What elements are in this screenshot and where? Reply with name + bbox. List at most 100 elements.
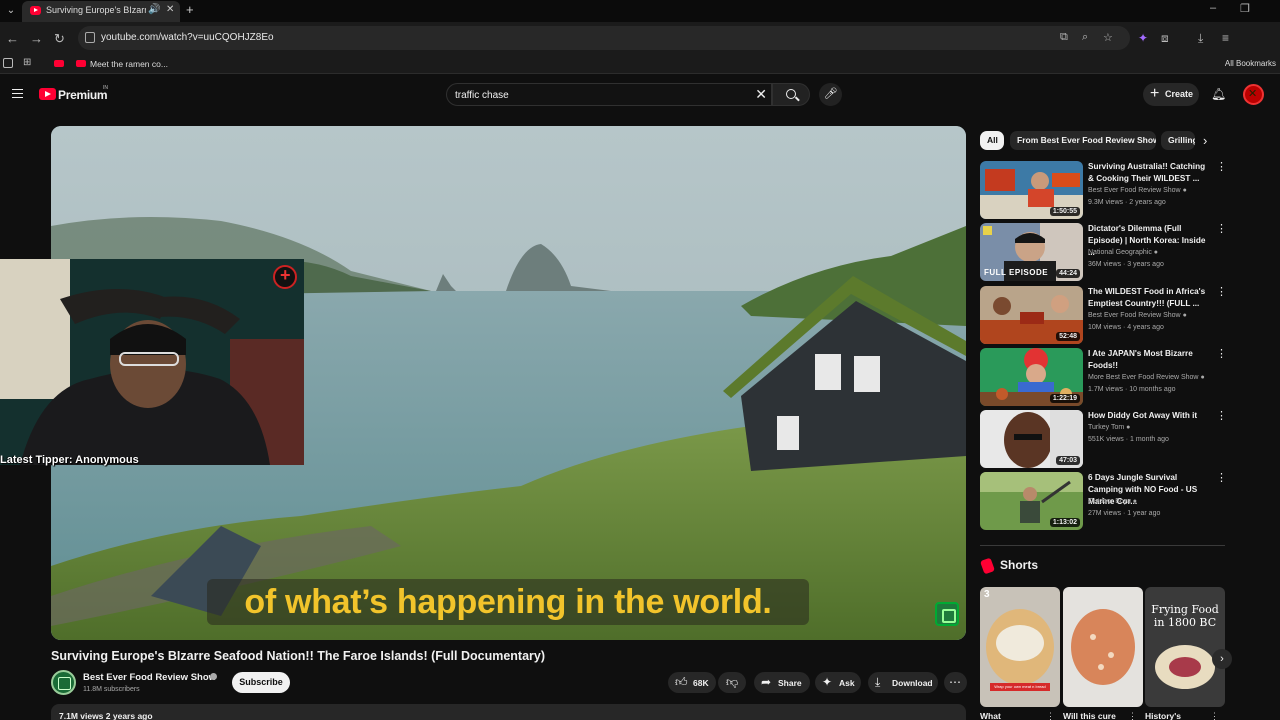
minimize-icon[interactable]: – — [1210, 2, 1216, 14]
verified-icon: ● — [1126, 424, 1131, 431]
more-vert-icon[interactable]: ⋮ — [1216, 287, 1227, 298]
url-field[interactable]: youtube.com/watch?v=uuCQOHJZ8Eo ⧉ ⌕ ☆ — [78, 26, 1130, 50]
video-meta: 27M views · 1 year ago — [1088, 510, 1161, 517]
video-thumbnail[interactable]: FULL EPISODE 44:24 — [980, 223, 1083, 281]
channel-name[interactable]: Best Ever Food Review Show ● — [1088, 187, 1187, 194]
chip-all[interactable]: All — [980, 131, 1004, 150]
sparkle-icon: ✦ — [822, 675, 833, 689]
recommended-video[interactable]: 52:48 The WILDEST Food in Africa's Empti… — [980, 286, 1227, 344]
more-vert-icon[interactable]: ⋮ — [1046, 711, 1055, 720]
chevron-right-icon[interactable]: › — [1203, 133, 1207, 148]
short-thumbnail[interactable]: 3 Wrap your own meat n bread — [980, 587, 1060, 707]
more-vert-icon[interactable]: ⋮ — [1216, 162, 1227, 173]
channel-name[interactable]: Best Ever Food Review Show — [83, 672, 216, 683]
description-box[interactable]: 7.1M views 2 years ago — [51, 704, 966, 720]
video-title[interactable]: Surviving Australia!! Catching & Cooking… — [1088, 161, 1210, 185]
all-bookmarks-link[interactable]: All Bookmarks — [1225, 59, 1276, 68]
short-title[interactable]: History's — [1145, 711, 1181, 720]
recommended-video[interactable]: FULL EPISODE 44:24 Dictator's Dilemma (F… — [980, 223, 1227, 281]
account-avatar[interactable] — [1243, 84, 1264, 105]
site-info-icon[interactable] — [85, 32, 95, 43]
extension-icon[interactable]: ✦ — [1138, 31, 1148, 45]
speaker-icon[interactable]: 🔊 — [148, 4, 160, 15]
search-input[interactable] — [455, 88, 745, 102]
short-thumbnail[interactable] — [1063, 587, 1143, 707]
extensions-puzzle-icon[interactable]: ⧈ — [1161, 31, 1169, 46]
short-title[interactable]: Will this cure — [1063, 711, 1116, 720]
new-tab-icon[interactable]: + — [186, 2, 194, 17]
like-button[interactable]: 👍︎ 68K — [668, 672, 716, 693]
chip-grilling[interactable]: Grilling — [1161, 131, 1195, 150]
video-title[interactable]: I Ate JAPAN's Most Bizarre Foods!! — [1088, 348, 1210, 372]
hamburger-menu-icon[interactable] — [12, 89, 23, 98]
more-vert-icon[interactable]: ⋮ — [1216, 224, 1227, 235]
clear-search-icon[interactable]: ✕ — [755, 87, 767, 101]
bookmark-link[interactable]: Meet the ramen co... — [90, 59, 168, 69]
tab-title: Surviving Europe's BIzarre — [46, 5, 146, 15]
recommended-video[interactable]: 1:13:02 6 Days Jungle Survival Camping w… — [980, 472, 1227, 530]
more-vert-icon[interactable]: ⋮ — [1216, 349, 1227, 360]
restore-icon[interactable]: ❐ — [1240, 2, 1250, 15]
browser-tab-active[interactable]: Surviving Europe's BIzarre 🔊 ✕ — [22, 1, 180, 22]
channel-name[interactable]: National Geographic ● — [1088, 249, 1158, 256]
channel-name[interactable]: Outdoor Boys ● — [1088, 498, 1137, 505]
channel-name[interactable]: Turkey Tom ● — [1088, 424, 1130, 431]
youtube-bookmark-icon[interactable] — [54, 60, 64, 67]
video-meta: 1.7M views · 10 months ago — [1088, 386, 1176, 393]
download-icon[interactable]: ⤓ — [1198, 31, 1203, 46]
channel-name[interactable]: More Best Ever Food Review Show ● — [1088, 374, 1205, 381]
back-icon[interactable]: ← — [6, 31, 19, 46]
brand-label[interactable]: Premium — [58, 88, 108, 102]
recommended-video[interactable]: 1:22:19 I Ate JAPAN's Most Bizarre Foods… — [980, 348, 1227, 406]
video-thumbnail[interactable]: 52:48 — [980, 286, 1083, 344]
video-thumbnail[interactable]: 1:22:19 — [980, 348, 1083, 406]
menu-icon[interactable]: ≡ — [1222, 31, 1229, 45]
recommended-video[interactable]: 1:50:55 Surviving Australia!! Catching &… — [980, 161, 1227, 219]
chip-from-channel[interactable]: From Best Ever Food Review Show — [1010, 131, 1156, 150]
youtube-bookmark-icon-2[interactable] — [76, 60, 86, 67]
reload-icon[interactable]: ↻ — [54, 31, 65, 47]
zoom-icon[interactable]: ⌕ — [1082, 31, 1088, 44]
more-vert-icon[interactable]: ⋮ — [1210, 711, 1219, 720]
recommended-video[interactable]: 47:03 How Diddy Got Away With it Turkey … — [980, 410, 1227, 468]
short-thumbnail[interactable]: Frying Food in 1800 BC — [1145, 587, 1225, 707]
more-vert-icon[interactable]: ⋮ — [1128, 711, 1137, 720]
channel-name[interactable]: Best Ever Food Review Show ● — [1088, 312, 1187, 319]
voice-search-icon[interactable]: 🎤︎ — [819, 83, 842, 106]
notifications-bell-icon[interactable]: 🔔︎ — [1211, 87, 1226, 101]
more-actions-button[interactable]: ⋯ — [944, 672, 967, 693]
video-thumbnail[interactable]: 1:13:02 — [980, 472, 1083, 530]
sidebar-icon[interactable] — [3, 58, 13, 68]
like-count: 68K — [693, 678, 709, 688]
subscribe-button[interactable]: Subscribe — [232, 672, 290, 693]
cast-icon[interactable]: ⧉ — [1060, 31, 1068, 44]
video-duration: 52:48 — [1056, 332, 1080, 341]
video-thumbnail[interactable]: 47:03 — [980, 410, 1083, 468]
video-title[interactable]: The WILDEST Food in Africa's Emptiest Co… — [1088, 286, 1210, 310]
dislike-button[interactable]: 👎︎ — [718, 672, 746, 693]
youtube-logo-icon[interactable] — [39, 88, 56, 100]
forward-icon[interactable]: → — [30, 31, 43, 46]
shorts-next-icon[interactable]: › — [1212, 649, 1232, 669]
more-vert-icon[interactable]: ⋮ — [1216, 411, 1227, 422]
video-thumbnail[interactable]: 1:50:55 — [980, 161, 1083, 219]
shorts-icon — [979, 557, 996, 575]
bookmark-star-icon[interactable]: ☆ — [1103, 31, 1113, 44]
country-code: IN — [103, 85, 108, 91]
create-button[interactable]: + Create — [1143, 83, 1199, 106]
tab-search-icon[interactable]: ⌄ — [3, 3, 19, 19]
channel-label: Turkey Tom — [1088, 424, 1125, 431]
channel-watermark-icon[interactable] — [935, 602, 959, 626]
share-button[interactable]: ➦ Share — [754, 672, 810, 693]
channel-label: Outdoor Boys — [1088, 498, 1131, 505]
ask-button[interactable]: ✦ Ask — [815, 672, 861, 693]
tab-close-icon[interactable]: ✕ — [166, 4, 174, 15]
verified-icon: ● — [1200, 374, 1205, 381]
search-button[interactable] — [772, 83, 810, 106]
video-title[interactable]: How Diddy Got Away With it — [1088, 410, 1210, 422]
download-button[interactable]: ⤓ Download — [868, 672, 938, 693]
channel-avatar[interactable] — [51, 670, 76, 695]
apps-grid-icon[interactable]: ⊞ — [23, 58, 33, 68]
more-vert-icon[interactable]: ⋮ — [1216, 473, 1227, 484]
short-title[interactable]: What — [980, 711, 1001, 720]
